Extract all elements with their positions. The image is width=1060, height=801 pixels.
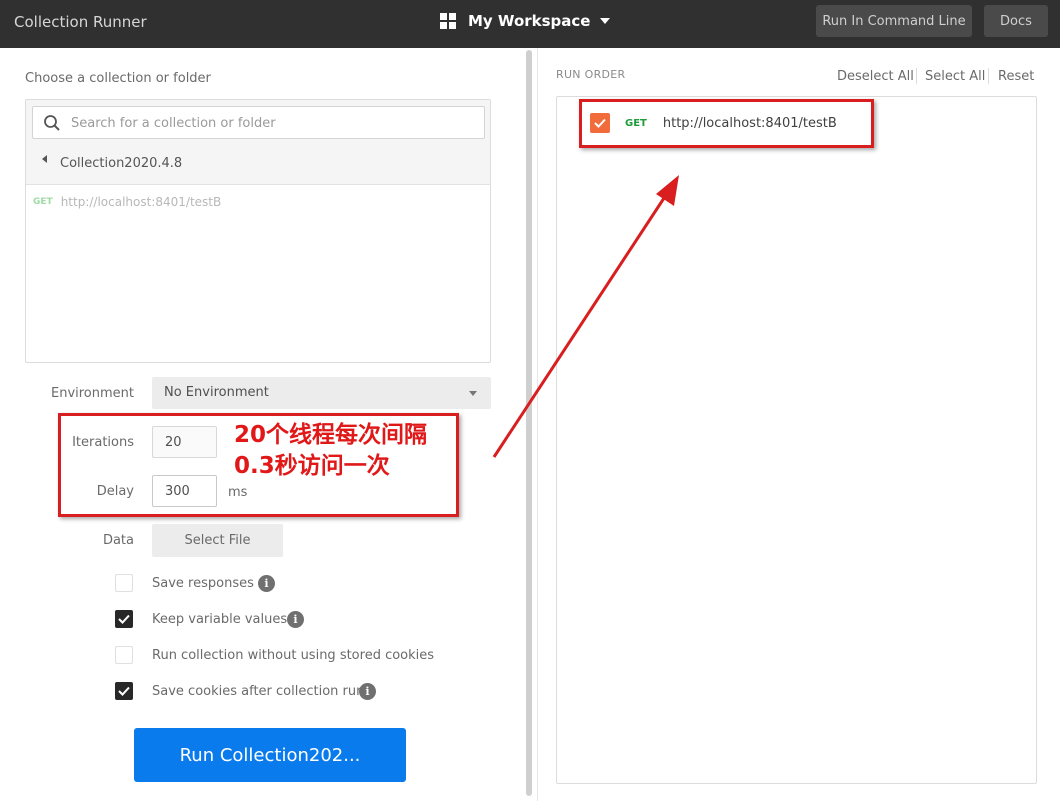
workspace-name: My Workspace — [468, 12, 591, 30]
reset-link[interactable]: Reset — [998, 69, 1034, 84]
list-item[interactable]: GET http://localhost:8401/testB — [33, 195, 221, 209]
panel-divider — [537, 48, 538, 801]
info-icon[interactable]: i — [258, 575, 275, 592]
environment-label: Environment — [50, 386, 134, 401]
run-order-list — [556, 96, 1037, 784]
keep-variable-values-label: Keep variable values — [152, 612, 288, 627]
data-label: Data — [102, 533, 134, 548]
annotation-box-run-order — [579, 99, 874, 148]
save-responses-checkbox[interactable] — [115, 574, 133, 592]
deselect-all-link[interactable]: Deselect All — [837, 69, 914, 84]
search-icon — [44, 115, 60, 131]
run-in-command-line-button[interactable]: Run In Command Line — [816, 5, 972, 37]
annotation-line-1: 20个线程每次间隔 — [234, 422, 428, 448]
divider — [916, 68, 917, 84]
top-bar: Collection Runner My Workspace Run In Co… — [0, 0, 1060, 48]
save-cookies-checkbox[interactable] — [115, 682, 133, 700]
checkmark-icon — [118, 614, 130, 624]
save-cookies-label: Save cookies after collection run — [152, 684, 365, 699]
checkmark-icon — [118, 686, 130, 696]
choose-collection-label: Choose a collection or folder — [25, 71, 211, 86]
request-url: http://localhost:8401/testB — [60, 195, 222, 209]
app-title: Collection Runner — [14, 13, 147, 31]
environment-select[interactable]: No Environment — [152, 377, 491, 409]
search-input[interactable] — [71, 113, 471, 133]
select-all-link[interactable]: Select All — [925, 69, 985, 84]
chevron-down-icon — [469, 391, 477, 396]
divider — [988, 68, 989, 84]
panel-resize-handle[interactable] — [526, 50, 532, 796]
chevron-down-icon — [600, 18, 611, 24]
back-arrow-icon[interactable] — [42, 155, 47, 163]
annotation-text: 20个线程每次间隔 0.3秒访问一次 — [234, 420, 427, 482]
annotation-line-2: 0.3秒访问一次 — [234, 453, 390, 479]
search-box[interactable] — [32, 106, 485, 139]
run-collection-button[interactable]: Run Collection202... — [134, 728, 406, 782]
environment-value: No Environment — [164, 385, 269, 400]
run-without-cookies-checkbox[interactable] — [115, 646, 133, 664]
workspace-switcher[interactable]: My Workspace — [440, 12, 611, 30]
run-order-heading: RUN ORDER — [556, 68, 626, 81]
collection-picker-header: Collection2020.4.8 — [26, 100, 490, 185]
workspace-grid-icon — [440, 13, 456, 29]
select-file-button[interactable]: Select File — [152, 524, 283, 557]
collection-picker: Collection2020.4.8 GET http://localhost:… — [25, 99, 491, 363]
info-icon[interactable]: i — [359, 683, 376, 700]
collection-name[interactable]: Collection2020.4.8 — [60, 156, 182, 171]
docs-button[interactable]: Docs — [984, 5, 1048, 37]
method-badge: GET — [33, 197, 53, 207]
keep-variable-values-checkbox[interactable] — [115, 610, 133, 628]
run-without-cookies-label: Run collection without using stored cook… — [152, 648, 435, 663]
info-icon[interactable]: i — [287, 611, 304, 628]
save-responses-label: Save responses — [152, 576, 254, 591]
